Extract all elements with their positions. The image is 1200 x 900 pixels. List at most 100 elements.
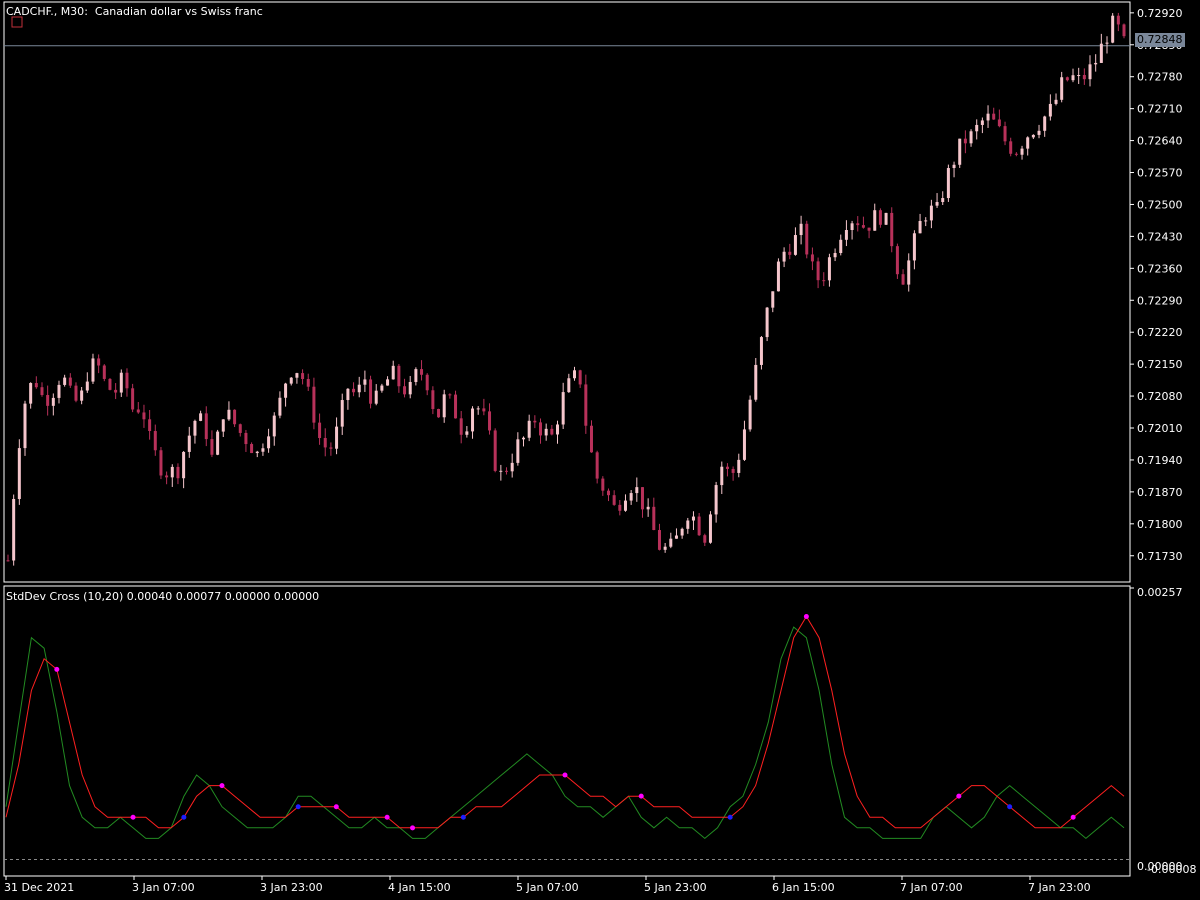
indicator-panel-frame bbox=[3, 585, 1131, 877]
bull-candle bbox=[221, 419, 225, 432]
time-tick-label: 7 Jan 07:00 bbox=[900, 881, 963, 894]
bull-candle bbox=[1077, 75, 1081, 77]
bull-candle bbox=[29, 383, 33, 404]
bear-candle bbox=[369, 379, 373, 404]
bull-candle bbox=[346, 388, 350, 401]
bull-candle bbox=[1099, 43, 1103, 63]
price-tick-label: 0.72500 bbox=[1137, 198, 1183, 211]
bear-candle bbox=[352, 388, 356, 393]
bear-candle bbox=[74, 385, 78, 401]
bear-candle bbox=[550, 428, 554, 435]
bear-candle bbox=[822, 280, 826, 282]
bear-candle bbox=[895, 246, 899, 275]
bear-candle bbox=[306, 378, 310, 387]
bear-candle bbox=[397, 365, 401, 387]
bear-candle bbox=[861, 225, 865, 228]
bull-candle bbox=[51, 397, 55, 406]
std-fast-line bbox=[5, 626, 1125, 840]
bull-candle bbox=[1026, 137, 1030, 149]
bull-candle bbox=[289, 377, 293, 384]
bear-candle bbox=[448, 394, 452, 396]
bull-candle bbox=[476, 408, 480, 410]
cross-down-marker bbox=[333, 804, 339, 810]
bull-candle bbox=[839, 239, 843, 254]
cross-down-marker bbox=[956, 793, 962, 799]
bear-candle bbox=[816, 261, 820, 281]
bear-candle bbox=[403, 386, 407, 395]
chart-title: CADCHF., M30: Canadian dollar vs Swiss f… bbox=[6, 5, 263, 18]
bull-candle bbox=[57, 384, 61, 398]
time-tick-label: 5 Jan 07:00 bbox=[516, 881, 579, 894]
bull-candle bbox=[958, 138, 962, 165]
bear-candle bbox=[40, 387, 44, 395]
bear-candle bbox=[505, 470, 509, 472]
bull-candle bbox=[793, 235, 797, 255]
bear-candle bbox=[68, 377, 72, 386]
bear-candle bbox=[493, 430, 497, 471]
time-tick-label: 6 Jan 15:00 bbox=[772, 881, 835, 894]
bear-candle bbox=[1009, 141, 1013, 154]
bull-candle bbox=[1037, 130, 1041, 135]
bull-candle bbox=[335, 426, 339, 449]
price-tick-label: 0.71800 bbox=[1137, 518, 1183, 531]
indicator-scale-bottom-overlap: -0.00008 bbox=[1147, 863, 1197, 876]
bull-candle bbox=[748, 399, 752, 430]
bull-candle bbox=[941, 198, 945, 203]
bull-candle bbox=[374, 390, 378, 404]
bull-candle bbox=[187, 435, 191, 452]
bear-candle bbox=[459, 418, 463, 435]
time-tick-label: 3 Jan 23:00 bbox=[260, 881, 323, 894]
bull-candle bbox=[827, 257, 831, 281]
bull-candle bbox=[907, 260, 911, 285]
bear-candle bbox=[210, 439, 214, 455]
bear-candle bbox=[125, 372, 129, 389]
bull-candle bbox=[414, 369, 418, 382]
bull-candle bbox=[708, 514, 712, 543]
bear-candle bbox=[437, 408, 441, 418]
bear-candle bbox=[618, 504, 622, 511]
price-tick-label: 0.72010 bbox=[1137, 422, 1183, 435]
bear-candle bbox=[312, 386, 316, 423]
bull-candle bbox=[833, 253, 837, 258]
bull-candle bbox=[1071, 75, 1075, 81]
bull-candle bbox=[782, 251, 786, 262]
bull-candle bbox=[1031, 134, 1035, 138]
bear-candle bbox=[431, 390, 435, 409]
bull-candle bbox=[340, 400, 344, 427]
bear-candle bbox=[805, 223, 809, 255]
bull-candle bbox=[516, 439, 520, 463]
bear-candle bbox=[1116, 15, 1120, 25]
bear-candle bbox=[148, 419, 152, 432]
bull-candle bbox=[946, 168, 950, 199]
bull-candle bbox=[1094, 62, 1098, 65]
bear-candle bbox=[640, 487, 644, 510]
bull-candle bbox=[742, 429, 746, 460]
bull-candle bbox=[12, 498, 16, 561]
bull-candle bbox=[216, 431, 220, 455]
bull-candle bbox=[267, 436, 271, 449]
bear-candle bbox=[533, 420, 537, 423]
bull-candle bbox=[182, 451, 186, 479]
bull-candle bbox=[193, 420, 197, 436]
bear-candle bbox=[34, 383, 38, 388]
bear-candle bbox=[1065, 77, 1069, 81]
bear-candle bbox=[420, 369, 424, 375]
bull-candle bbox=[408, 381, 412, 395]
price-tick-label: 0.72290 bbox=[1137, 294, 1183, 307]
bull-candle bbox=[759, 337, 763, 365]
bull-candle bbox=[465, 431, 469, 435]
trading-chart[interactable]: 0.729200.728500.727800.727100.726400.725… bbox=[0, 0, 1200, 900]
bear-candle bbox=[329, 447, 333, 449]
bull-candle bbox=[1060, 77, 1064, 100]
bull-candle bbox=[714, 485, 718, 515]
bull-candle bbox=[91, 358, 95, 382]
price-tick-label: 0.72920 bbox=[1137, 7, 1183, 20]
bear-candle bbox=[810, 254, 814, 262]
bear-candle bbox=[612, 495, 616, 505]
cross-down-marker bbox=[803, 614, 809, 620]
bull-candle bbox=[80, 390, 84, 401]
bull-candle bbox=[380, 385, 384, 391]
price-tick-label: 0.71940 bbox=[1137, 454, 1183, 467]
bear-candle bbox=[606, 490, 610, 496]
bear-candle bbox=[539, 422, 543, 436]
